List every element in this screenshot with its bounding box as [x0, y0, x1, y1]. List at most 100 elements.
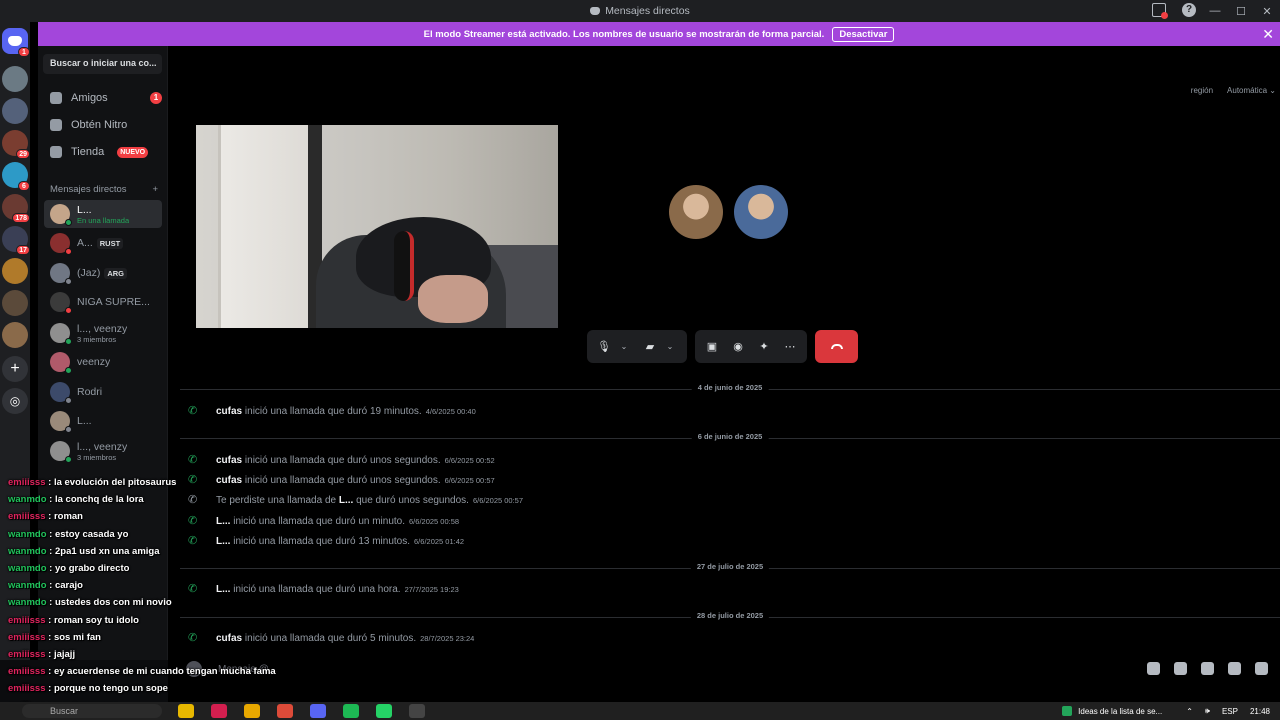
- microphone-icon[interactable]: 🎙: [597, 340, 611, 354]
- status-indicator: [65, 367, 72, 374]
- message-text: que duró unos segundos.: [356, 494, 469, 506]
- soundboard-icon[interactable]: ✦: [757, 340, 771, 354]
- call-log-message: ✆ L... inició una llamada que duró una ho…: [188, 583, 459, 595]
- search-input[interactable]: Buscar o iniciar una co...: [43, 54, 162, 74]
- message-composer[interactable]: Mensaje @...: [176, 656, 1276, 682]
- dm-item[interactable]: (Jaz) ARG: [44, 259, 162, 287]
- message-author[interactable]: L...: [216, 584, 230, 595]
- taskbar-search[interactable]: Buscar: [22, 704, 162, 718]
- message-author[interactable]: L...: [216, 536, 230, 547]
- dm-item[interactable]: NIGA SUPRE...: [44, 288, 162, 316]
- dm-item[interactable]: L... En una llamada: [44, 200, 162, 228]
- chrome-icon[interactable]: [277, 704, 293, 718]
- overlay-username: wanmdo: [8, 597, 47, 609]
- banner-close-icon[interactable]: ✕: [1262, 26, 1274, 43]
- overlay-chat-line: emiiisss : porque no tengo un sope: [8, 683, 168, 695]
- new-tag: NUEVO: [117, 146, 149, 158]
- gif-icon[interactable]: [1174, 662, 1187, 675]
- server-icon[interactable]: 29: [2, 130, 30, 159]
- dm-tag: ARG: [104, 268, 128, 279]
- minimize-button[interactable]: —: [1202, 5, 1228, 17]
- dm-item[interactable]: A... RUST: [44, 229, 162, 257]
- language-indicator[interactable]: ESP: [1222, 707, 1238, 716]
- message-author[interactable]: L...: [339, 495, 353, 506]
- server-icon[interactable]: 6: [2, 162, 30, 191]
- apps-icon[interactable]: [1255, 662, 1268, 675]
- emoji-icon[interactable]: [1228, 662, 1241, 675]
- video-stream[interactable]: [196, 125, 558, 328]
- network-icon[interactable]: ⌃: [1186, 707, 1193, 716]
- message-author[interactable]: cufas: [216, 406, 242, 417]
- server-icon[interactable]: [2, 258, 28, 284]
- activity-group: ▣ ◉ ✦ ⋯: [695, 330, 807, 363]
- dm-item[interactable]: l..., veenzy 3 miembros: [44, 319, 162, 347]
- server-icon[interactable]: [2, 98, 28, 124]
- phone-icon: ✆: [188, 583, 198, 595]
- tiktok-icon[interactable]: [211, 704, 227, 718]
- nav-item[interactable]: Tienda NUEVO: [50, 146, 162, 158]
- server-icon[interactable]: 178: [2, 194, 30, 223]
- message-author[interactable]: cufas: [216, 455, 242, 466]
- news-widget[interactable]: Ideas de la lista de se...: [1062, 706, 1162, 716]
- obs-icon[interactable]: [409, 704, 425, 718]
- region-selector[interactable]: región Automática ⌄: [1191, 86, 1276, 95]
- home-button[interactable]: 1: [2, 28, 30, 57]
- maximize-button[interactable]: ☐: [1228, 5, 1254, 18]
- screen-share-icon[interactable]: ▣: [705, 340, 719, 354]
- explore-button[interactable]: ◎: [2, 388, 28, 414]
- dm-name: l..., veenzy: [77, 322, 128, 335]
- dm-item[interactable]: Rodri: [44, 378, 162, 406]
- inbox-icon[interactable]: [1152, 3, 1168, 19]
- dm-item[interactable]: veenzy: [44, 348, 162, 376]
- whatsapp-icon[interactable]: [376, 704, 392, 718]
- message-text: inició una llamada que duró unos segundo…: [244, 454, 441, 466]
- nav-item[interactable]: Obtén Nitro: [50, 119, 162, 131]
- sticker-icon[interactable]: [1201, 662, 1214, 675]
- server-icon[interactable]: [2, 290, 28, 316]
- status-indicator: [65, 397, 72, 404]
- help-icon[interactable]: ?: [1182, 3, 1196, 17]
- activity-icon[interactable]: ◉: [731, 340, 745, 354]
- discord-taskbar-icon[interactable]: [310, 704, 326, 718]
- spotify-icon[interactable]: [343, 704, 359, 718]
- message-author[interactable]: cufas: [216, 633, 242, 644]
- server-icon[interactable]: [2, 66, 28, 92]
- volume-icon[interactable]: 🕪: [1205, 706, 1210, 716]
- more-icon[interactable]: ⋯: [783, 340, 797, 354]
- disable-streamer-button[interactable]: Desactivar: [832, 26, 895, 42]
- nav-label: Tienda: [71, 146, 105, 158]
- taskbar: Buscar Ideas de la lista de se... ⌃ 🕪 ES…: [0, 702, 1280, 720]
- nav-item[interactable]: Amigos 1: [50, 92, 162, 104]
- copilot-icon[interactable]: [178, 704, 194, 718]
- message-text: inició una llamada que duró 19 minutos.: [244, 405, 422, 417]
- message-author[interactable]: cufas: [216, 475, 242, 486]
- overlay-chat-line: wanmdo : ustedes dos con mi novio: [8, 597, 172, 609]
- server-icon[interactable]: [2, 322, 28, 348]
- participant-avatar[interactable]: [669, 185, 723, 239]
- file-explorer-icon[interactable]: [244, 704, 260, 718]
- camera-off-icon[interactable]: ▰: [643, 340, 657, 354]
- overlay-text: ustedes dos con mi novio: [54, 597, 172, 609]
- chevron-down-icon[interactable]: ⌄: [617, 340, 631, 354]
- message-author[interactable]: L...: [216, 516, 230, 527]
- avatar: [50, 263, 72, 285]
- dm-item[interactable]: L...: [44, 407, 162, 435]
- overlay-username: emiiisss: [8, 649, 46, 660]
- participant-avatar[interactable]: [734, 185, 788, 239]
- server-icon[interactable]: 17: [2, 226, 30, 255]
- create-dm-icon[interactable]: +: [152, 184, 158, 195]
- close-window-button[interactable]: ✕: [1254, 5, 1280, 18]
- home-badge: 1: [18, 47, 30, 57]
- dm-name: Rodri: [77, 386, 103, 398]
- add-server-button[interactable]: +: [2, 356, 28, 382]
- dm-item[interactable]: l..., veenzy 3 miembros: [44, 437, 162, 465]
- phone-icon: ✆: [188, 405, 198, 417]
- overlay-text: carajo: [54, 580, 83, 592]
- avatar: [50, 292, 72, 314]
- chevron-down-icon[interactable]: ⌄: [663, 340, 677, 354]
- gift-icon[interactable]: [1147, 662, 1160, 675]
- disconnect-button[interactable]: [815, 330, 858, 363]
- message-text: inició una llamada que duró una hora.: [233, 583, 401, 595]
- phone-icon: ✆: [188, 454, 198, 466]
- clock[interactable]: 21:48: [1250, 707, 1270, 716]
